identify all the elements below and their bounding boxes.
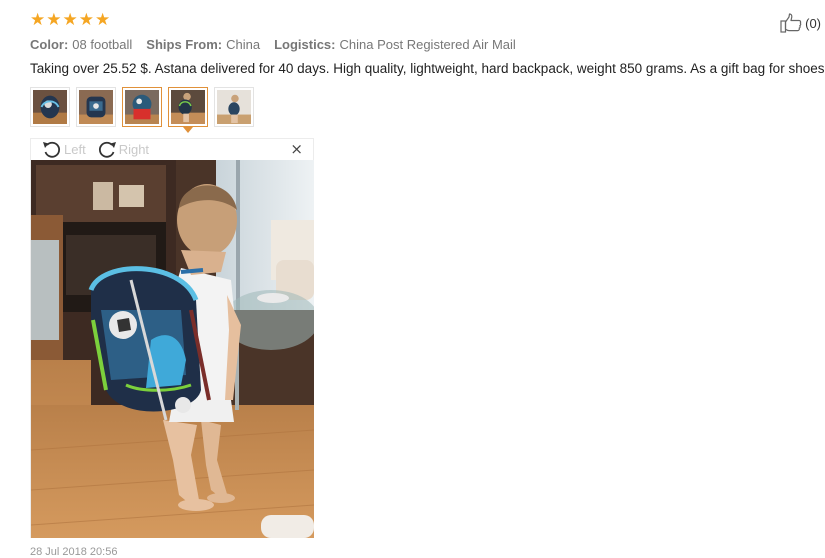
thumbnail-image bbox=[79, 90, 113, 124]
rating-stars: ★ ★ ★ ★ ★ bbox=[30, 12, 110, 29]
photo-boy-with-backpack bbox=[31, 160, 314, 538]
helpful-button[interactable]: (0) bbox=[780, 13, 821, 33]
star-icon: ★ bbox=[95, 10, 111, 30]
review-date: 28 Jul 2018 20:56 bbox=[30, 546, 118, 558]
photo-thumbnails bbox=[30, 87, 254, 133]
rotate-right-button[interactable]: Right bbox=[96, 140, 149, 160]
thumbnail-1[interactable] bbox=[30, 87, 70, 127]
review-meta: Color: 08 football Ships From: China Logis… bbox=[30, 37, 516, 52]
thumbnail-5[interactable] bbox=[214, 87, 254, 127]
thumbnail-image bbox=[125, 90, 159, 124]
helpful-count: (0) bbox=[805, 15, 821, 31]
ships-from-meta: Ships From: China bbox=[146, 37, 261, 52]
thumbnail-2[interactable] bbox=[76, 87, 116, 127]
review-text: Taking over 25.52 $. Astana delivered fo… bbox=[30, 61, 825, 76]
thumbnail-image bbox=[33, 90, 67, 124]
review-photo bbox=[31, 160, 314, 538]
thumbnail-image bbox=[217, 90, 251, 124]
star-icon: ★ bbox=[78, 10, 94, 30]
thumbs-up-icon bbox=[780, 13, 802, 33]
star-icon: ★ bbox=[46, 10, 62, 30]
thumbnail-image bbox=[171, 90, 205, 124]
viewer-toolbar: Left Right × bbox=[31, 139, 313, 160]
star-icon: ★ bbox=[30, 10, 46, 30]
color-meta: Color: 08 football bbox=[30, 37, 133, 52]
image-viewer: Left Right × bbox=[30, 138, 314, 538]
rotate-right-icon bbox=[98, 141, 116, 158]
star-icon: ★ bbox=[62, 10, 78, 30]
rotate-left-icon bbox=[43, 141, 61, 158]
active-thumbnail-pointer bbox=[183, 127, 193, 133]
thumbnail-3[interactable] bbox=[122, 87, 162, 127]
logistics-meta: Logistics: China Post Registered Air Mail bbox=[274, 37, 516, 52]
close-viewer-button[interactable]: × bbox=[290, 142, 303, 157]
thumbnail-4[interactable] bbox=[168, 87, 208, 133]
rotate-left-button[interactable]: Left bbox=[41, 140, 86, 160]
